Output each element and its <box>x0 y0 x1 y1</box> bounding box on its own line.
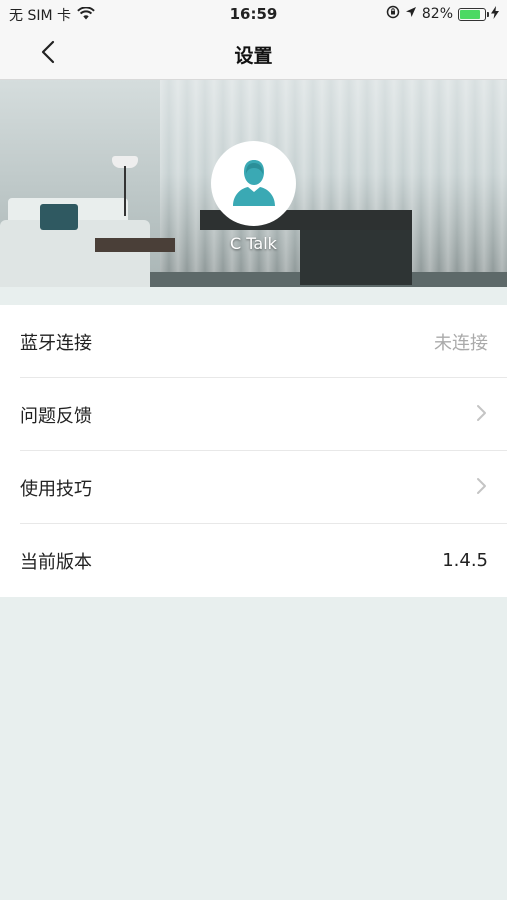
version-value: 1.4.5 <box>442 550 488 571</box>
setting-feedback[interactable]: 问题反馈 <box>0 378 507 451</box>
settings-list: 蓝牙连接 未连接 问题反馈 使用技巧 当前版本 1.4.5 <box>0 305 507 597</box>
setting-tips[interactable]: 使用技巧 <box>0 451 507 524</box>
setting-label: 使用技巧 <box>20 478 92 500</box>
status-right: 82% <box>386 5 499 23</box>
setting-version: 当前版本 1.4.5 <box>0 524 507 597</box>
charging-icon <box>491 5 499 23</box>
setting-bluetooth[interactable]: 蓝牙连接 未连接 <box>0 305 507 378</box>
chevron-right-icon <box>476 477 488 499</box>
battery-tip <box>487 11 489 17</box>
bluetooth-status: 未连接 <box>434 332 488 354</box>
setting-label: 问题反馈 <box>20 405 92 427</box>
app-name: C Talk <box>230 234 277 253</box>
setting-label: 当前版本 <box>20 551 92 573</box>
setting-label: 蓝牙连接 <box>20 332 92 354</box>
battery-fill <box>460 9 480 19</box>
user-silhouette-icon <box>228 156 280 212</box>
page-title: 设置 <box>234 45 273 67</box>
battery-icon <box>458 7 489 21</box>
banner-lamp-stand <box>124 166 126 216</box>
banner-pillow <box>40 204 78 230</box>
chevron-right-icon <box>476 404 488 426</box>
status-bar: 无 SIM 卡 16:59 82% <box>0 0 507 28</box>
banner-sofa <box>0 220 150 287</box>
rotation-lock-icon <box>386 5 400 23</box>
location-icon <box>405 6 417 22</box>
avatar[interactable] <box>211 141 296 226</box>
nav-bar: 设置 <box>0 28 507 80</box>
battery-percent: 82% <box>421 6 453 22</box>
